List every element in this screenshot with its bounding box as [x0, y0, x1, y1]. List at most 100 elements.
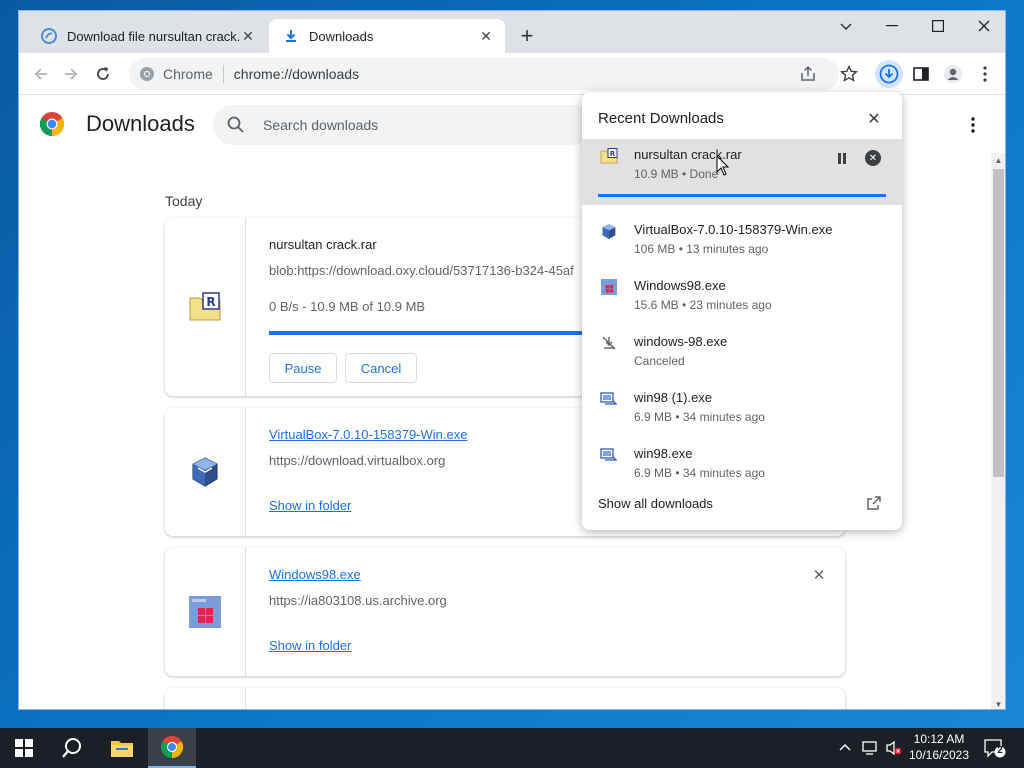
download-item-card: Windows98.exe https://ia803108.us.archiv…: [165, 548, 845, 676]
bubble-file-name: VirtualBox-7.0.10-158379-Win.exe: [634, 222, 833, 237]
cancel-download-icon[interactable]: ✕: [865, 150, 881, 166]
clock-date: 10/16/2023: [908, 748, 970, 762]
network-icon[interactable]: [862, 740, 880, 759]
bubble-file-meta: 6.9 MB • 34 minutes ago: [634, 410, 765, 424]
reload-button[interactable]: [89, 60, 117, 88]
bubble-item-virtualbox[interactable]: VirtualBox-7.0.10-158379-Win.exe 106 MB …: [582, 214, 902, 270]
show-all-downloads-link[interactable]: Show all downloads: [598, 496, 713, 511]
maximize-button[interactable]: [915, 11, 961, 41]
setup-program-icon: [600, 390, 618, 408]
page-menu-icon[interactable]: [963, 113, 983, 137]
download-item-card: [165, 688, 845, 709]
show-in-folder-link[interactable]: Show in folder: [269, 498, 351, 513]
minimize-button[interactable]: [869, 11, 915, 41]
bubble-file-name: win98 (1).exe: [634, 390, 713, 405]
bubble-file-meta: Canceled: [634, 354, 685, 368]
bubble-item-win98[interactable]: win98.exe 6.9 MB • 34 minutes ago: [582, 438, 902, 494]
download-circle-icon: [879, 64, 899, 84]
bubble-item-nursultan[interactable]: R nursultan crack.rar 10.9 MB • Done ✕: [582, 139, 902, 205]
side-panel-icon[interactable]: [907, 60, 935, 88]
download-arrow-icon: [283, 28, 299, 44]
scroll-down-arrow-icon[interactable]: ▼: [991, 697, 1005, 709]
file-name-link[interactable]: VirtualBox-7.0.10-158379-Win.exe: [269, 427, 468, 442]
search-icon: [227, 116, 244, 133]
tab-close-icon[interactable]: ✕: [239, 27, 257, 45]
profile-avatar[interactable]: [939, 60, 967, 88]
cancel-button[interactable]: Cancel: [345, 353, 417, 383]
volume-muted-icon[interactable]: [885, 740, 903, 759]
bubble-file-meta: 15.6 MB • 23 minutes ago: [634, 298, 772, 312]
browser-menu-icon[interactable]: [971, 60, 999, 88]
show-in-folder-link[interactable]: Show in folder: [269, 638, 351, 653]
progress-fill: [598, 194, 886, 197]
new-tab-button[interactable]: +: [515, 23, 539, 48]
chrome-site-chip[interactable]: Chrome: [139, 66, 213, 82]
windows98-installer-icon: [600, 278, 618, 296]
bubble-item-windows-98[interactable]: windows-98.exe Canceled: [582, 326, 902, 382]
bubble-file-meta: 106 MB • 13 minutes ago: [634, 242, 769, 256]
file-source-url[interactable]: https://download.virtualbox.org: [269, 453, 445, 468]
search-input[interactable]: [261, 116, 565, 134]
start-button[interactable]: [0, 728, 48, 768]
pause-button[interactable]: Pause: [269, 353, 337, 383]
file-name-link[interactable]: Windows98.exe: [269, 567, 361, 582]
virtualbox-icon: [600, 222, 618, 240]
close-window-button[interactable]: [961, 11, 1005, 41]
svg-text:R: R: [206, 295, 215, 309]
scroll-up-arrow-icon[interactable]: ▲: [991, 153, 1005, 167]
tab-close-icon[interactable]: ✕: [477, 27, 495, 45]
svg-text:R: R: [610, 150, 616, 158]
clock-time: 10:12 AM: [913, 732, 965, 746]
remove-item-close-icon[interactable]: ✕: [810, 566, 828, 584]
downloads-toolbar-button[interactable]: [875, 60, 903, 88]
mouse-cursor-icon: [716, 155, 730, 176]
bubble-item-windows98[interactable]: Windows98.exe 15.6 MB • 23 minutes ago: [582, 270, 902, 326]
tab-download-file[interactable]: Download file nursultan crack.ra ✕: [27, 19, 267, 53]
date-section-label: Today: [165, 193, 203, 209]
system-clock[interactable]: 10:12 AM 10/16/2023: [908, 731, 970, 763]
tab-title: Download file nursultan crack.ra: [67, 28, 239, 44]
bubble-file-meta: 6.9 MB • 34 minutes ago: [634, 466, 765, 480]
address-bar[interactable]: Chrome chrome://downloads: [129, 58, 839, 90]
external-link-icon[interactable]: [866, 495, 882, 511]
tab-downloads[interactable]: Downloads ✕: [269, 19, 505, 53]
action-center-notifications-icon[interactable]: 2: [984, 738, 1006, 758]
windows-taskbar: 10:12 AM 10/16/2023 2: [0, 728, 1024, 768]
file-icon-column: [165, 408, 246, 536]
file-explorer-icon[interactable]: [98, 728, 146, 768]
url-text[interactable]: chrome://downloads: [234, 66, 359, 82]
chrome-taskbar-icon[interactable]: [148, 728, 196, 768]
notification-count-badge: 2: [997, 745, 1003, 756]
file-name: nursultan crack.rar: [269, 237, 377, 252]
file-source-url[interactable]: https://ia803108.us.archive.org: [269, 593, 447, 608]
bubble-file-name: Windows98.exe: [634, 278, 726, 293]
page-scrollbar[interactable]: ▲ ▼: [991, 153, 1005, 709]
virtualbox-icon: [192, 457, 218, 487]
download-off-icon: [600, 334, 618, 352]
pause-icon[interactable]: [834, 150, 850, 166]
back-button[interactable]: [27, 60, 55, 88]
search-downloads-box[interactable]: [213, 105, 593, 145]
download-progress-bar: [269, 331, 589, 335]
recent-downloads-bubble: Recent Downloads ✕ R nursultan crack.rar…: [582, 92, 902, 530]
bookmark-star-icon[interactable]: [835, 60, 863, 88]
browser-window: Download file nursultan crack.ra ✕ Downl…: [18, 10, 1006, 710]
taskbar-search-icon[interactable]: [48, 728, 96, 768]
windows-logo-icon: [15, 739, 33, 757]
windows98-installer-icon: [189, 596, 221, 628]
share-icon[interactable]: [799, 65, 817, 86]
file-icon-column: [165, 548, 246, 676]
tab-title: Downloads: [309, 28, 374, 44]
bubble-file-name: windows-98.exe: [634, 334, 728, 349]
rar-archive-icon: R: [600, 147, 618, 165]
file-source-url[interactable]: blob:https://download.oxy.cloud/53717136…: [269, 263, 574, 278]
forward-button[interactable]: [57, 60, 85, 88]
setup-program-icon: [600, 446, 618, 464]
bubble-progress-bar: [598, 194, 886, 197]
scrollbar-thumb[interactable]: [993, 169, 1004, 477]
bubble-item-win98-1[interactable]: win98 (1).exe 6.9 MB • 34 minutes ago: [582, 382, 902, 438]
close-bubble-icon[interactable]: ✕: [864, 109, 884, 129]
show-hidden-icons-chevron-icon[interactable]: [839, 740, 851, 755]
tab-search-chevron-icon[interactable]: [823, 11, 869, 41]
file-icon-column: [165, 688, 246, 709]
